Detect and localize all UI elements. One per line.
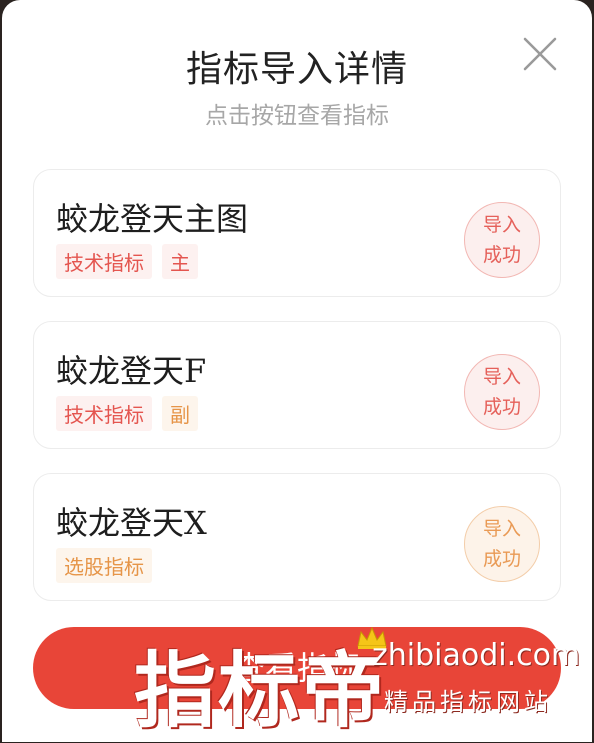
indicator-name: 蛟龙登天F bbox=[56, 352, 207, 390]
tag-category: 技术指标 bbox=[56, 244, 152, 279]
tag-category: 技术指标 bbox=[56, 396, 152, 431]
indicator-card[interactable]: 蛟龙登天F 技术指标 副 导入 成功 bbox=[33, 321, 561, 449]
tag-type: 主 bbox=[162, 244, 198, 279]
tag-category: 选股指标 bbox=[56, 548, 152, 583]
status-line: 成功 bbox=[482, 548, 521, 570]
status-line: 导入 bbox=[482, 214, 521, 236]
status-line: 导入 bbox=[482, 366, 521, 388]
status-line: 导入 bbox=[482, 518, 521, 540]
indicator-name: 蛟龙登天主图 bbox=[56, 200, 249, 238]
indicator-tags: 选股指标 bbox=[56, 548, 152, 583]
close-icon[interactable] bbox=[520, 34, 560, 74]
indicator-tags: 技术指标 副 bbox=[56, 396, 198, 431]
modal-title: 指标导入详情 bbox=[185, 49, 408, 90]
import-details-modal: 指标导入详情 点击按钮查看指标 蛟龙登天主图 技术指标 主 导入 成功 蛟龙登天… bbox=[2, 0, 592, 742]
indicator-name: 蛟龙登天X bbox=[56, 504, 207, 542]
status-line: 成功 bbox=[482, 396, 521, 418]
view-indicators-button[interactable]: 查看指标 bbox=[33, 627, 561, 709]
modal-subtitle: 点击按钮查看指标 bbox=[205, 103, 389, 129]
indicator-card[interactable]: 蛟龙登天X 选股指标 导入 成功 bbox=[33, 473, 561, 601]
import-success-badge: 导入 成功 bbox=[464, 202, 540, 278]
tag-type: 副 bbox=[162, 396, 198, 431]
status-line: 成功 bbox=[482, 244, 521, 266]
indicator-tags: 技术指标 主 bbox=[56, 244, 198, 279]
import-success-badge: 导入 成功 bbox=[464, 506, 540, 582]
indicator-card[interactable]: 蛟龙登天主图 技术指标 主 导入 成功 bbox=[33, 169, 561, 297]
import-success-badge: 导入 成功 bbox=[464, 354, 540, 430]
